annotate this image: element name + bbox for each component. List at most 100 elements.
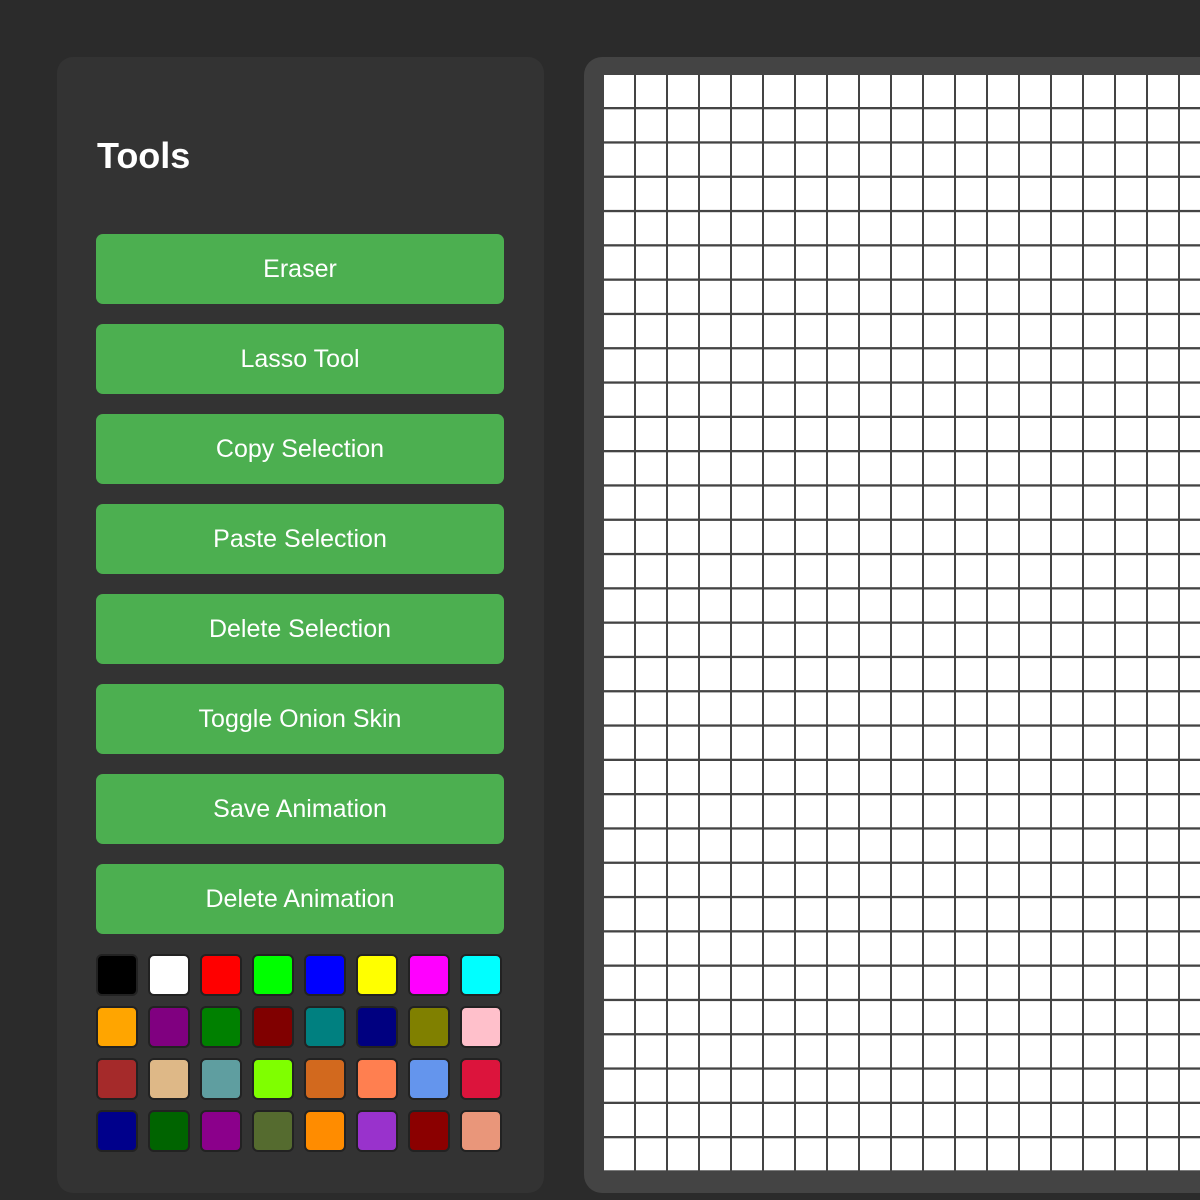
- pixel-cell[interactable]: [764, 555, 794, 588]
- pixel-cell[interactable]: [764, 692, 794, 725]
- pixel-cell[interactable]: [636, 143, 666, 176]
- pixel-cell[interactable]: [764, 383, 794, 416]
- pixel-cell[interactable]: [700, 143, 730, 176]
- pixel-cell[interactable]: [860, 623, 890, 656]
- pixel-cell[interactable]: [668, 795, 698, 828]
- pixel-cell[interactable]: [1020, 109, 1050, 142]
- color-swatch[interactable]: [252, 954, 294, 996]
- pixel-cell[interactable]: [732, 520, 762, 553]
- pixel-cell[interactable]: [700, 109, 730, 142]
- pixel-cell[interactable]: [764, 246, 794, 279]
- color-swatch[interactable]: [356, 954, 398, 996]
- pixel-cell[interactable]: [796, 932, 826, 965]
- pixel-cell[interactable]: [764, 1069, 794, 1102]
- color-swatch[interactable]: [200, 1110, 242, 1152]
- pixel-cell[interactable]: [828, 1069, 858, 1102]
- pixel-cell[interactable]: [604, 932, 634, 965]
- pixel-cell[interactable]: [604, 452, 634, 485]
- pixel-cell[interactable]: [1052, 932, 1082, 965]
- pixel-cell[interactable]: [636, 109, 666, 142]
- pixel-cell[interactable]: [636, 280, 666, 313]
- pixel-cell[interactable]: [732, 452, 762, 485]
- pixel-cell[interactable]: [1052, 1035, 1082, 1068]
- pixel-cell[interactable]: [988, 829, 1018, 862]
- pixel-cell[interactable]: [700, 761, 730, 793]
- pixel-cell[interactable]: [956, 623, 986, 656]
- pixel-cell[interactable]: [956, 966, 986, 999]
- pixel-cell[interactable]: [860, 75, 890, 107]
- pixel-cell[interactable]: [956, 143, 986, 176]
- pixel-cell[interactable]: [764, 966, 794, 999]
- pixel-cell[interactable]: [1020, 1104, 1050, 1136]
- eraser-button[interactable]: Eraser: [96, 234, 504, 304]
- pixel-cell[interactable]: [1052, 863, 1082, 896]
- pixel-cell[interactable]: [1180, 75, 1200, 107]
- pixel-grid[interactable]: [604, 75, 1200, 1172]
- color-swatch[interactable]: [96, 1006, 138, 1048]
- pixel-cell[interactable]: [796, 829, 826, 862]
- pixel-cell[interactable]: [1084, 246, 1114, 279]
- pixel-cell[interactable]: [956, 1035, 986, 1068]
- pixel-cell[interactable]: [1148, 75, 1178, 107]
- pixel-cell[interactable]: [1180, 623, 1200, 656]
- pixel-cell[interactable]: [636, 623, 666, 656]
- pixel-cell[interactable]: [860, 520, 890, 553]
- pixel-cell[interactable]: [1180, 829, 1200, 862]
- pixel-cell[interactable]: [1116, 555, 1146, 588]
- pixel-cell[interactable]: [796, 349, 826, 382]
- pixel-cell[interactable]: [1020, 623, 1050, 656]
- pixel-cell[interactable]: [604, 246, 634, 279]
- pixel-cell[interactable]: [668, 555, 698, 588]
- pixel-cell[interactable]: [732, 109, 762, 142]
- pixel-cell[interactable]: [732, 589, 762, 622]
- pixel-cell[interactable]: [668, 1001, 698, 1034]
- pixel-cell[interactable]: [764, 75, 794, 107]
- pixel-cell[interactable]: [796, 1104, 826, 1136]
- pixel-cell[interactable]: [1052, 761, 1082, 793]
- pixel-cell[interactable]: [860, 246, 890, 279]
- pixel-cell[interactable]: [1116, 692, 1146, 725]
- pixel-cell[interactable]: [988, 143, 1018, 176]
- pixel-cell[interactable]: [924, 795, 954, 828]
- pixel-cell[interactable]: [796, 383, 826, 416]
- pixel-cell[interactable]: [668, 177, 698, 210]
- pixel-cell[interactable]: [636, 1104, 666, 1136]
- pixel-cell[interactable]: [828, 1035, 858, 1068]
- pixel-cell[interactable]: [924, 1001, 954, 1034]
- pixel-cell[interactable]: [988, 1104, 1018, 1136]
- pixel-cell[interactable]: [860, 761, 890, 793]
- pixel-cell[interactable]: [668, 898, 698, 931]
- pixel-cell[interactable]: [1116, 658, 1146, 691]
- pixel-cell[interactable]: [700, 966, 730, 999]
- pixel-cell[interactable]: [924, 177, 954, 210]
- pixel-cell[interactable]: [892, 383, 922, 416]
- pixel-cell[interactable]: [636, 692, 666, 725]
- pixel-cell[interactable]: [860, 863, 890, 896]
- pixel-cell[interactable]: [956, 1069, 986, 1102]
- pixel-cell[interactable]: [892, 761, 922, 793]
- pixel-cell[interactable]: [764, 418, 794, 450]
- pixel-cell[interactable]: [892, 898, 922, 931]
- pixel-cell[interactable]: [1180, 1138, 1200, 1171]
- pixel-cell[interactable]: [828, 520, 858, 553]
- pixel-cell[interactable]: [1148, 418, 1178, 450]
- pixel-cell[interactable]: [892, 692, 922, 725]
- pixel-cell[interactable]: [1020, 280, 1050, 313]
- pixel-cell[interactable]: [764, 486, 794, 519]
- pixel-cell[interactable]: [668, 520, 698, 553]
- pixel-cell[interactable]: [796, 726, 826, 759]
- pixel-cell[interactable]: [732, 829, 762, 862]
- pixel-cell[interactable]: [988, 349, 1018, 382]
- pixel-cell[interactable]: [1148, 658, 1178, 691]
- pixel-cell[interactable]: [956, 418, 986, 450]
- pixel-cell[interactable]: [1052, 143, 1082, 176]
- pixel-cell[interactable]: [1180, 1069, 1200, 1102]
- pixel-cell[interactable]: [860, 109, 890, 142]
- pixel-cell[interactable]: [764, 658, 794, 691]
- pixel-cell[interactable]: [1020, 143, 1050, 176]
- pixel-cell[interactable]: [1148, 589, 1178, 622]
- pixel-cell[interactable]: [924, 1138, 954, 1171]
- pixel-cell[interactable]: [828, 1104, 858, 1136]
- pixel-cell[interactable]: [1148, 315, 1178, 348]
- pixel-cell[interactable]: [1116, 246, 1146, 279]
